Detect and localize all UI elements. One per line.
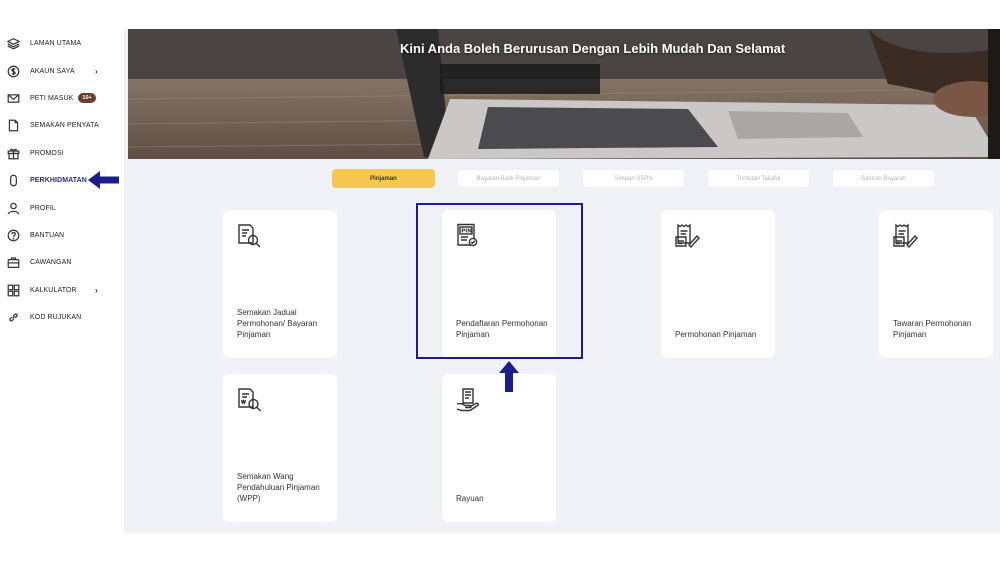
link-icon xyxy=(6,311,20,325)
tab-simpan-sspn[interactable]: Simpan SSPN xyxy=(582,169,685,188)
sidebar-item-akaun-saya[interactable]: AKAUN SAYA › xyxy=(0,57,122,84)
sidebar-item-semakan-penyata[interactable]: SEMAKAN PENYATA xyxy=(0,112,122,139)
sidebar-item-label: SEMAKAN PENYATA xyxy=(30,122,99,130)
hand-document-icon xyxy=(455,387,481,413)
sidebar-item-label: LAMAN UTAMA xyxy=(30,40,82,48)
gift-icon xyxy=(6,146,20,160)
annotation-highlight-box xyxy=(416,203,583,359)
card-tawaran-permohonan[interactable]: Tawaran Permohonan Pinjaman xyxy=(879,210,993,358)
sidebar-item-label: PERKHIDMATAN xyxy=(30,177,87,185)
sidebar-item-peti-masuk[interactable]: PETI MASUK 10+ xyxy=(0,85,122,112)
sidebar-item-kalkulator[interactable]: KALKULATOR › xyxy=(0,277,122,304)
banner-title: Kini Anda Boleh Berurusan Dengan Lebih M… xyxy=(400,41,786,56)
card-semakan-jadual[interactable]: Semakan Jadual Permohonan/ Bayaran Pinja… xyxy=(223,210,337,358)
chevron-right-icon[interactable]: › xyxy=(95,67,98,76)
sidebar-item-promosi[interactable]: PROMOSI xyxy=(0,140,122,167)
calculator-icon xyxy=(6,283,20,297)
sidebar-item-label: AKAUN SAYA xyxy=(30,67,75,75)
sidebar-item-label: PROMOSI xyxy=(30,149,64,157)
mail-icon xyxy=(6,91,20,105)
briefcase-icon xyxy=(6,256,20,270)
sidebar-item-cawangan[interactable]: CAWANGAN xyxy=(0,249,122,276)
card-label: Semakan Wang Pendahuluan Pinjaman (WPP) xyxy=(237,472,320,503)
sidebar-item-label: PETI MASUK xyxy=(30,94,74,102)
card-label: Permohonan Pinjaman xyxy=(675,330,757,339)
wpp-search-icon xyxy=(236,387,262,413)
hero-banner: Kini Anda Boleh Berurusan Dengan Lebih M… xyxy=(128,29,1000,159)
chevron-right-icon[interactable]: › xyxy=(95,286,98,295)
document-sign-icon xyxy=(674,223,700,249)
service-tabs: Pinjaman Bayaran Balik Pinjaman Simpan S… xyxy=(332,169,935,188)
card-label: Semakan Jadual Permohonan/ Bayaran Pinja… xyxy=(237,308,318,339)
sidebar-item-bantuan[interactable]: BANTUAN xyxy=(0,222,122,249)
mobile-icon xyxy=(6,174,20,188)
tab-bayaran-balik-pinjaman[interactable]: Bayaran Balik Pinjaman xyxy=(457,169,560,188)
tab-tuntutan-takaful[interactable]: Tuntutan Takaful xyxy=(707,169,810,188)
tab-pinjaman[interactable]: Pinjaman xyxy=(332,169,435,188)
card-label: Tawaran Permohonan Pinjaman xyxy=(893,319,972,339)
annotation-up-arrow-icon xyxy=(499,361,519,392)
document-search-icon xyxy=(236,223,262,249)
offer-document-icon xyxy=(892,223,918,249)
dollar-icon xyxy=(6,64,20,78)
sidebar-item-label: CAWANGAN xyxy=(30,259,72,267)
card-rayuan[interactable]: Rayuan xyxy=(442,374,556,522)
card-semakan-wang-pendahuluan[interactable]: Semakan Wang Pendahuluan Pinjaman (WPP) xyxy=(223,374,337,522)
annotation-left-arrow-icon xyxy=(88,171,119,189)
card-permohonan-pinjaman[interactable]: Permohonan Pinjaman xyxy=(661,210,775,358)
tab-saluran-bayaran[interactable]: Saluran Bayaran xyxy=(832,169,935,188)
card-label: Rayuan xyxy=(456,494,484,503)
sidebar-item-label: KALKULATOR xyxy=(30,286,77,294)
user-icon xyxy=(6,201,20,215)
sidebar-item-profil[interactable]: PROFIL xyxy=(0,194,122,221)
sidebar-item-label: BANTUAN xyxy=(30,231,65,239)
inbox-count-badge: 10+ xyxy=(78,93,96,104)
sidebar-item-laman-utama[interactable]: LAMAN UTAMA xyxy=(0,30,122,57)
layers-icon xyxy=(6,37,20,51)
sidebar-item-label: KOD RUJUKAN xyxy=(30,314,82,322)
sidebar-item-label: PROFIL xyxy=(30,204,56,212)
help-icon xyxy=(6,228,20,242)
document-icon xyxy=(6,119,20,133)
sidebar-item-kod-rujukan[interactable]: KOD RUJUKAN xyxy=(0,304,122,331)
page: LAMAN UTAMA AKAUN SAYA › PETI MASUK 10+ … xyxy=(0,0,1000,563)
